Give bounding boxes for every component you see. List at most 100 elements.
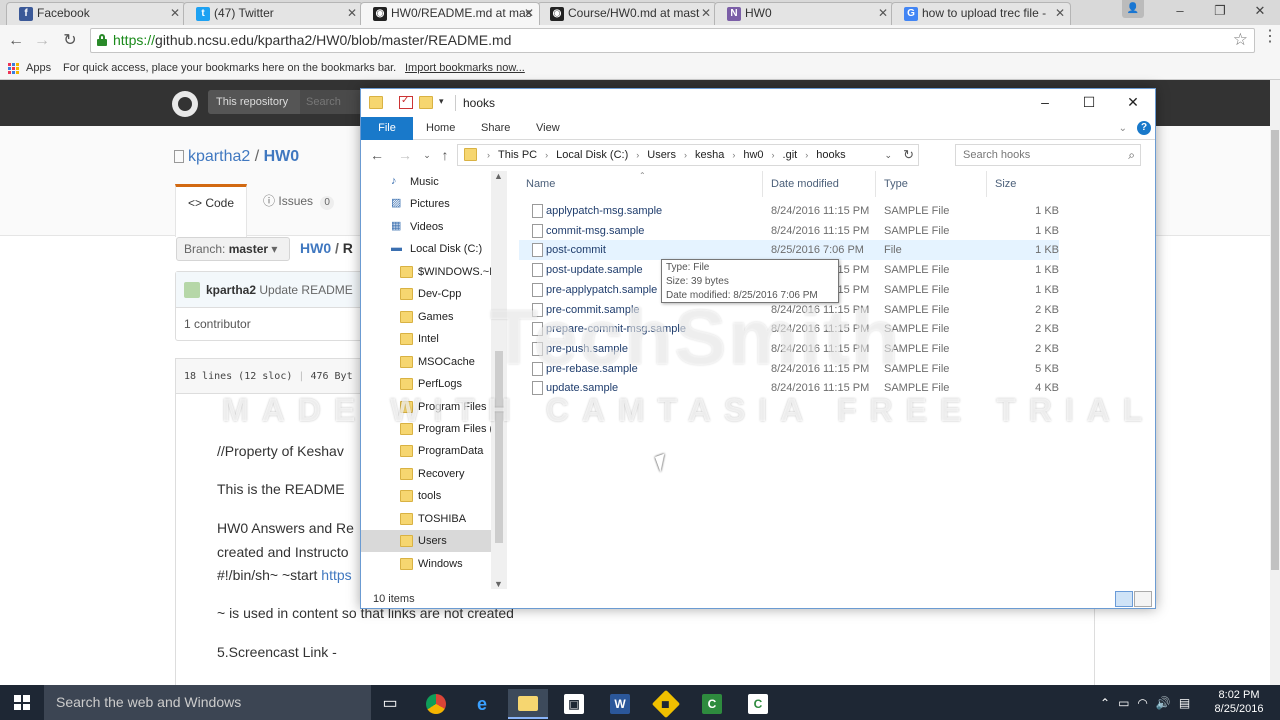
crumb-local-disk[interactable]: Local Disk (C:): [553, 145, 631, 165]
refresh-icon[interactable]: ↻: [903, 145, 914, 165]
commit-author[interactable]: kpartha2: [206, 283, 256, 297]
crumb-users[interactable]: Users: [644, 145, 679, 165]
file-row[interactable]: applypatch-msg.sample 8/24/2016 11:15 PM S…: [519, 201, 1059, 221]
apps-icon[interactable]: [8, 63, 19, 74]
properties-icon[interactable]: [399, 95, 413, 109]
profile-icon[interactable]: 👤: [1122, 0, 1144, 18]
expand-ribbon-icon[interactable]: ⌄: [1119, 117, 1127, 140]
file-explorer-icon[interactable]: [508, 689, 548, 719]
tab-facebook[interactable]: f Facebook ✕: [6, 2, 186, 25]
nav-item[interactable]: Recovery: [361, 463, 491, 485]
branch-selector[interactable]: Branch: master ▾: [176, 237, 290, 261]
scroll-thumb[interactable]: [1271, 130, 1279, 570]
tab-issues[interactable]: ⓘ Issues 0: [263, 184, 334, 218]
close-icon[interactable]: ✕: [1240, 0, 1280, 25]
nav-item[interactable]: ▬ Local Disk (C:): [361, 238, 491, 260]
nav-item[interactable]: ▦ Videos: [361, 216, 491, 238]
repo-link[interactable]: HW0: [264, 148, 300, 165]
maximize-icon[interactable]: ☐: [1067, 89, 1111, 117]
back-button[interactable]: ←: [6, 31, 26, 51]
search-input[interactable]: Search hooks ⌕: [955, 144, 1141, 166]
column-type[interactable]: Type: [877, 171, 987, 197]
battery-icon[interactable]: ▭: [1118, 696, 1129, 710]
page-scrollbar[interactable]: [1270, 80, 1280, 686]
word-icon[interactable]: W: [600, 689, 640, 719]
column-name[interactable]: Name ⌃: [519, 171, 763, 197]
file-row[interactable]: commit-msg.sample 8/24/2016 11:15 PM SAMPL…: [519, 221, 1059, 241]
crumb-kesha[interactable]: kesha: [692, 145, 727, 165]
crumb-this-pc[interactable]: This PC: [495, 145, 540, 165]
close-icon[interactable]: ✕: [1111, 89, 1155, 117]
url-text[interactable]: https://github.ncsu.edu/kpartha2/HW0/blo…: [113, 29, 511, 52]
nav-item[interactable]: TOSHIBA: [361, 508, 491, 530]
crumb-hooks[interactable]: hooks: [813, 145, 848, 165]
scroll-down-icon[interactable]: ▼: [494, 579, 503, 589]
restore-icon[interactable]: ❐: [1200, 0, 1240, 25]
crumb-git[interactable]: .git: [780, 145, 801, 165]
volume-icon[interactable]: 🔊: [1156, 696, 1171, 710]
tab-home[interactable]: Home: [426, 117, 455, 140]
nav-item[interactable]: Intel: [361, 328, 491, 350]
close-tab-icon[interactable]: ✕: [701, 3, 711, 24]
nav-item[interactable]: ▨ Pictures: [361, 193, 491, 215]
nav-item[interactable]: Users: [361, 530, 491, 553]
contributors-count[interactable]: 1 contributor: [184, 317, 251, 331]
explorer-titlebar[interactable]: ▾ hooks – ☐ ✕: [361, 89, 1155, 117]
customize-toolbar-icon[interactable]: ▾: [439, 96, 444, 107]
tab-readme[interactable]: ◉ HW0/README.md at mas ✕: [360, 2, 540, 25]
git-icon[interactable]: ◆: [646, 689, 686, 719]
notifications-icon[interactable]: ▤: [1179, 696, 1190, 710]
readme-link[interactable]: https: [321, 567, 351, 583]
close-tab-icon[interactable]: ✕: [524, 3, 534, 24]
search-input[interactable]: Search: [306, 90, 341, 114]
address-dropdown-icon[interactable]: ⌄: [884, 145, 892, 165]
apps-link[interactable]: Apps: [26, 57, 51, 79]
tab-twitter[interactable]: t (47) Twitter ✕: [183, 2, 363, 25]
nav-item[interactable]: MSOCache: [361, 351, 491, 373]
nav-item[interactable]: Games: [361, 306, 491, 328]
github-logo-icon[interactable]: [172, 91, 198, 117]
close-tab-icon[interactable]: ✕: [170, 3, 180, 24]
nav-item[interactable]: $WINDOWS.~BT: [361, 261, 491, 283]
commit-message[interactable]: Update README: [259, 283, 352, 297]
nav-item[interactable]: ♪ Music: [361, 171, 491, 193]
import-bookmarks-link[interactable]: Import bookmarks now...: [405, 57, 525, 79]
windows-start-icon[interactable]: [14, 695, 30, 710]
close-tab-icon[interactable]: ✕: [1055, 3, 1065, 24]
minimize-icon[interactable]: –: [1023, 89, 1067, 117]
forward-button[interactable]: →: [32, 31, 52, 51]
details-view-icon[interactable]: [1115, 591, 1133, 607]
nav-item[interactable]: Windows: [361, 553, 491, 575]
new-folder-icon[interactable]: [419, 96, 433, 109]
camtasia-icon[interactable]: C: [738, 689, 778, 719]
tab-google[interactable]: G how to upload trec file - ✕: [891, 2, 1071, 25]
clock[interactable]: 8:02 PM 8/25/2016: [1214, 688, 1264, 716]
tab-file[interactable]: File: [361, 117, 413, 140]
task-view-icon[interactable]: ▭: [370, 689, 410, 719]
show-hidden-icons-icon[interactable]: ⌃: [1100, 696, 1110, 710]
help-icon[interactable]: ?: [1137, 121, 1151, 135]
scroll-up-icon[interactable]: ▲: [494, 171, 503, 181]
file-row[interactable]: post-commit 8/25/2016 7:06 PM File 1 KB: [519, 240, 1059, 261]
owner-link[interactable]: kpartha2: [188, 148, 250, 165]
chrome-icon[interactable]: [416, 689, 456, 719]
back-button[interactable]: ←: [369, 145, 385, 165]
nav-item[interactable]: tools: [361, 485, 491, 507]
address-bar[interactable]: https://github.ncsu.edu/kpartha2/HW0/blo…: [90, 28, 1255, 53]
close-tab-icon[interactable]: ✕: [878, 3, 888, 24]
crumb-repo-link[interactable]: HW0: [300, 240, 331, 256]
forward-button[interactable]: →: [397, 145, 413, 165]
nav-item[interactable]: Dev-Cpp: [361, 283, 491, 305]
column-size[interactable]: Size: [988, 171, 1059, 197]
nav-item[interactable]: ProgramData: [361, 440, 491, 462]
crumb-hw0[interactable]: hw0: [740, 145, 766, 165]
recent-locations-icon[interactable]: ⌄: [419, 145, 435, 165]
chrome-menu-icon[interactable]: ⋮: [1262, 27, 1278, 47]
large-icons-view-icon[interactable]: [1134, 591, 1152, 607]
reload-button[interactable]: ↻: [60, 31, 80, 51]
explorer-address-bar[interactable]: › This PC › Local Disk (C:) › Users › kesha…: [457, 144, 919, 166]
store-icon[interactable]: ▣: [554, 689, 594, 719]
tab-view[interactable]: View: [536, 117, 560, 140]
edge-icon[interactable]: e: [462, 689, 502, 719]
codeblocks-icon[interactable]: C: [692, 689, 732, 719]
